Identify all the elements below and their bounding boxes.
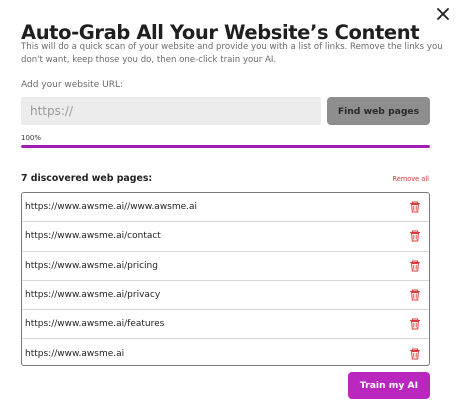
list-item: https://www.awsme.ai/privacy	[22, 281, 429, 311]
trash-icon[interactable]	[409, 260, 421, 272]
find-web-pages-button[interactable]: Find web pages	[327, 97, 430, 125]
progress-label: 100%	[21, 134, 42, 142]
trash-icon[interactable]	[409, 289, 421, 301]
page-url: https://www.awsme.ai	[25, 349, 125, 360]
progress-bar	[21, 145, 430, 148]
list-item: https://www.awsme.ai/features	[22, 310, 429, 340]
list-item: https://www.awsme.ai/contact	[22, 222, 429, 252]
progress-fill	[21, 145, 430, 148]
url-input[interactable]	[21, 97, 321, 125]
url-label: Add your website URL:	[21, 80, 123, 90]
trash-icon[interactable]	[409, 348, 421, 360]
discovered-pages-list: https://www.awsme.ai//www.awsme.ai https:…	[21, 192, 430, 366]
list-item: https://www.awsme.ai	[22, 339, 429, 365]
list-item: https://www.awsme.ai//www.awsme.ai	[22, 193, 429, 223]
trash-icon[interactable]	[409, 230, 421, 242]
discovered-count-label: 7 discovered web pages:	[21, 173, 153, 184]
page-url: https://www.awsme.ai//www.awsme.ai	[25, 202, 198, 213]
trash-icon[interactable]	[409, 318, 421, 330]
list-item: https://www.awsme.ai/pricing	[22, 252, 429, 281]
close-icon	[437, 8, 449, 20]
close-button[interactable]	[433, 4, 453, 24]
page-url: https://www.awsme.ai/contact	[25, 231, 161, 242]
page-url: https://www.awsme.ai/privacy	[25, 290, 161, 301]
train-my-ai-button[interactable]: Train my AI	[348, 372, 430, 399]
remove-all-link[interactable]: Remove all	[392, 175, 429, 183]
page-url: https://www.awsme.ai/features	[25, 319, 165, 330]
dialog-subtitle: This will do a quick scan of your websit…	[21, 42, 443, 65]
trash-icon[interactable]	[409, 201, 421, 213]
page-url: https://www.awsme.ai/pricing	[25, 260, 158, 271]
